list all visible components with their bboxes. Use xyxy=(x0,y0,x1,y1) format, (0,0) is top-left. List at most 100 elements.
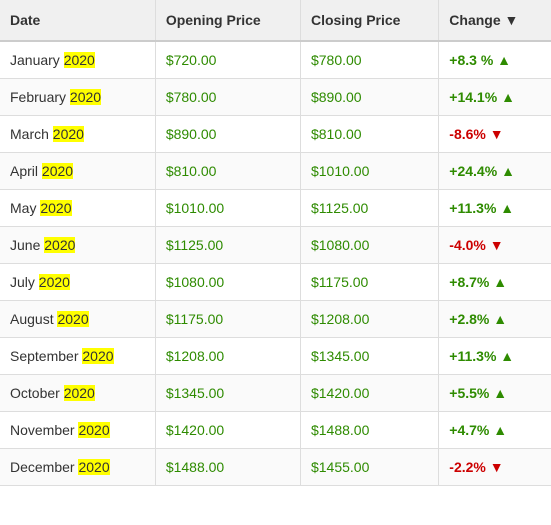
date-cell: June 2020 xyxy=(0,227,155,264)
table-row: January 2020$720.00$780.00+8.3 % ▲ xyxy=(0,41,551,79)
closing-price-header: Closing Price xyxy=(300,0,438,41)
change-arrow: ▲ xyxy=(501,163,515,179)
opening-price-cell: $1010.00 xyxy=(155,190,300,227)
opening-price-cell: $720.00 xyxy=(155,41,300,79)
date-cell: July 2020 xyxy=(0,264,155,301)
year-badge: 2020 xyxy=(42,163,73,179)
opening-price-cell: $1488.00 xyxy=(155,449,300,486)
table-row: February 2020$780.00$890.00+14.1% ▲ xyxy=(0,79,551,116)
opening-price-cell: $810.00 xyxy=(155,153,300,190)
date-cell: October 2020 xyxy=(0,375,155,412)
change-value: -4.0% xyxy=(449,237,486,253)
year-badge: 2020 xyxy=(53,126,84,142)
date-cell: February 2020 xyxy=(0,79,155,116)
date-cell: January 2020 xyxy=(0,41,155,79)
year-badge: 2020 xyxy=(64,52,95,68)
year-badge: 2020 xyxy=(70,89,101,105)
closing-price-cell: $1175.00 xyxy=(300,264,438,301)
change-cell: +8.7% ▲ xyxy=(439,264,551,301)
change-arrow: ▲ xyxy=(493,311,507,327)
change-cell: +4.7% ▲ xyxy=(439,412,551,449)
closing-price-cell: $890.00 xyxy=(300,79,438,116)
year-badge: 2020 xyxy=(78,422,109,438)
change-value: +8.3 % xyxy=(449,52,493,68)
closing-price-cell: $1208.00 xyxy=(300,301,438,338)
year-badge: 2020 xyxy=(39,274,70,290)
change-cell: +14.1% ▲ xyxy=(439,79,551,116)
change-cell: -2.2% ▼ xyxy=(439,449,551,486)
table-row: May 2020$1010.00$1125.00+11.3% ▲ xyxy=(0,190,551,227)
opening-price-cell: $890.00 xyxy=(155,116,300,153)
year-badge: 2020 xyxy=(57,311,88,327)
change-value: +11.3% xyxy=(449,348,496,364)
table-row: July 2020$1080.00$1175.00+8.7% ▲ xyxy=(0,264,551,301)
change-value: +5.5% xyxy=(449,385,489,401)
change-arrow: ▲ xyxy=(493,274,507,290)
table-row: March 2020$890.00$810.00-8.6% ▼ xyxy=(0,116,551,153)
change-arrow: ▼ xyxy=(490,459,504,475)
opening-price-header: Opening Price xyxy=(155,0,300,41)
year-badge: 2020 xyxy=(78,459,109,475)
opening-price-cell: $1345.00 xyxy=(155,375,300,412)
change-cell: -8.6% ▼ xyxy=(439,116,551,153)
price-table: Date Opening Price Closing Price Change … xyxy=(0,0,551,486)
closing-price-cell: $1488.00 xyxy=(300,412,438,449)
change-header: Change ▼ xyxy=(439,0,551,41)
change-cell: +2.8% ▲ xyxy=(439,301,551,338)
opening-price-cell: $1125.00 xyxy=(155,227,300,264)
year-badge: 2020 xyxy=(64,385,95,401)
closing-price-cell: $1125.00 xyxy=(300,190,438,227)
change-value: +24.4% xyxy=(449,163,497,179)
table-row: October 2020$1345.00$1420.00+5.5% ▲ xyxy=(0,375,551,412)
opening-price-cell: $1175.00 xyxy=(155,301,300,338)
change-value: +4.7% xyxy=(449,422,489,438)
date-cell: April 2020 xyxy=(0,153,155,190)
table-row: December 2020$1488.00$1455.00-2.2% ▼ xyxy=(0,449,551,486)
closing-price-cell: $1455.00 xyxy=(300,449,438,486)
change-cell: +11.3% ▲ xyxy=(439,338,551,375)
change-arrow: ▲ xyxy=(500,348,514,364)
table-row: August 2020$1175.00$1208.00+2.8% ▲ xyxy=(0,301,551,338)
change-arrow: ▲ xyxy=(500,200,514,216)
closing-price-cell: $1345.00 xyxy=(300,338,438,375)
closing-price-cell: $1080.00 xyxy=(300,227,438,264)
table-row: June 2020$1125.00$1080.00-4.0% ▼ xyxy=(0,227,551,264)
change-cell: +24.4% ▲ xyxy=(439,153,551,190)
change-value: -2.2% xyxy=(449,459,486,475)
year-badge: 2020 xyxy=(82,348,113,364)
change-arrow: ▲ xyxy=(497,52,511,68)
opening-price-cell: $1080.00 xyxy=(155,264,300,301)
date-cell: September 2020 xyxy=(0,338,155,375)
closing-price-cell: $780.00 xyxy=(300,41,438,79)
closing-price-cell: $1420.00 xyxy=(300,375,438,412)
date-cell: March 2020 xyxy=(0,116,155,153)
change-value: +14.1% xyxy=(449,89,497,105)
change-cell: -4.0% ▼ xyxy=(439,227,551,264)
opening-price-cell: $780.00 xyxy=(155,79,300,116)
change-arrow: ▲ xyxy=(493,385,507,401)
date-cell: May 2020 xyxy=(0,190,155,227)
date-cell: November 2020 xyxy=(0,412,155,449)
change-value: +8.7% xyxy=(449,274,489,290)
year-badge: 2020 xyxy=(40,200,71,216)
change-value: -8.6% xyxy=(449,126,486,142)
change-cell: +8.3 % ▲ xyxy=(439,41,551,79)
change-cell: +11.3% ▲ xyxy=(439,190,551,227)
opening-price-cell: $1208.00 xyxy=(155,338,300,375)
change-arrow: ▼ xyxy=(490,126,504,142)
change-value: +11.3% xyxy=(449,200,496,216)
date-header: Date xyxy=(0,0,155,41)
change-arrow: ▲ xyxy=(493,422,507,438)
change-value: +2.8% xyxy=(449,311,489,327)
date-cell: August 2020 xyxy=(0,301,155,338)
change-arrow: ▲ xyxy=(501,89,515,105)
table-row: April 2020$810.00$1010.00+24.4% ▲ xyxy=(0,153,551,190)
change-arrow: ▼ xyxy=(490,237,504,253)
change-cell: +5.5% ▲ xyxy=(439,375,551,412)
closing-price-cell: $1010.00 xyxy=(300,153,438,190)
table-row: November 2020$1420.00$1488.00+4.7% ▲ xyxy=(0,412,551,449)
opening-price-cell: $1420.00 xyxy=(155,412,300,449)
table-row: September 2020$1208.00$1345.00+11.3% ▲ xyxy=(0,338,551,375)
closing-price-cell: $810.00 xyxy=(300,116,438,153)
date-cell: December 2020 xyxy=(0,449,155,486)
